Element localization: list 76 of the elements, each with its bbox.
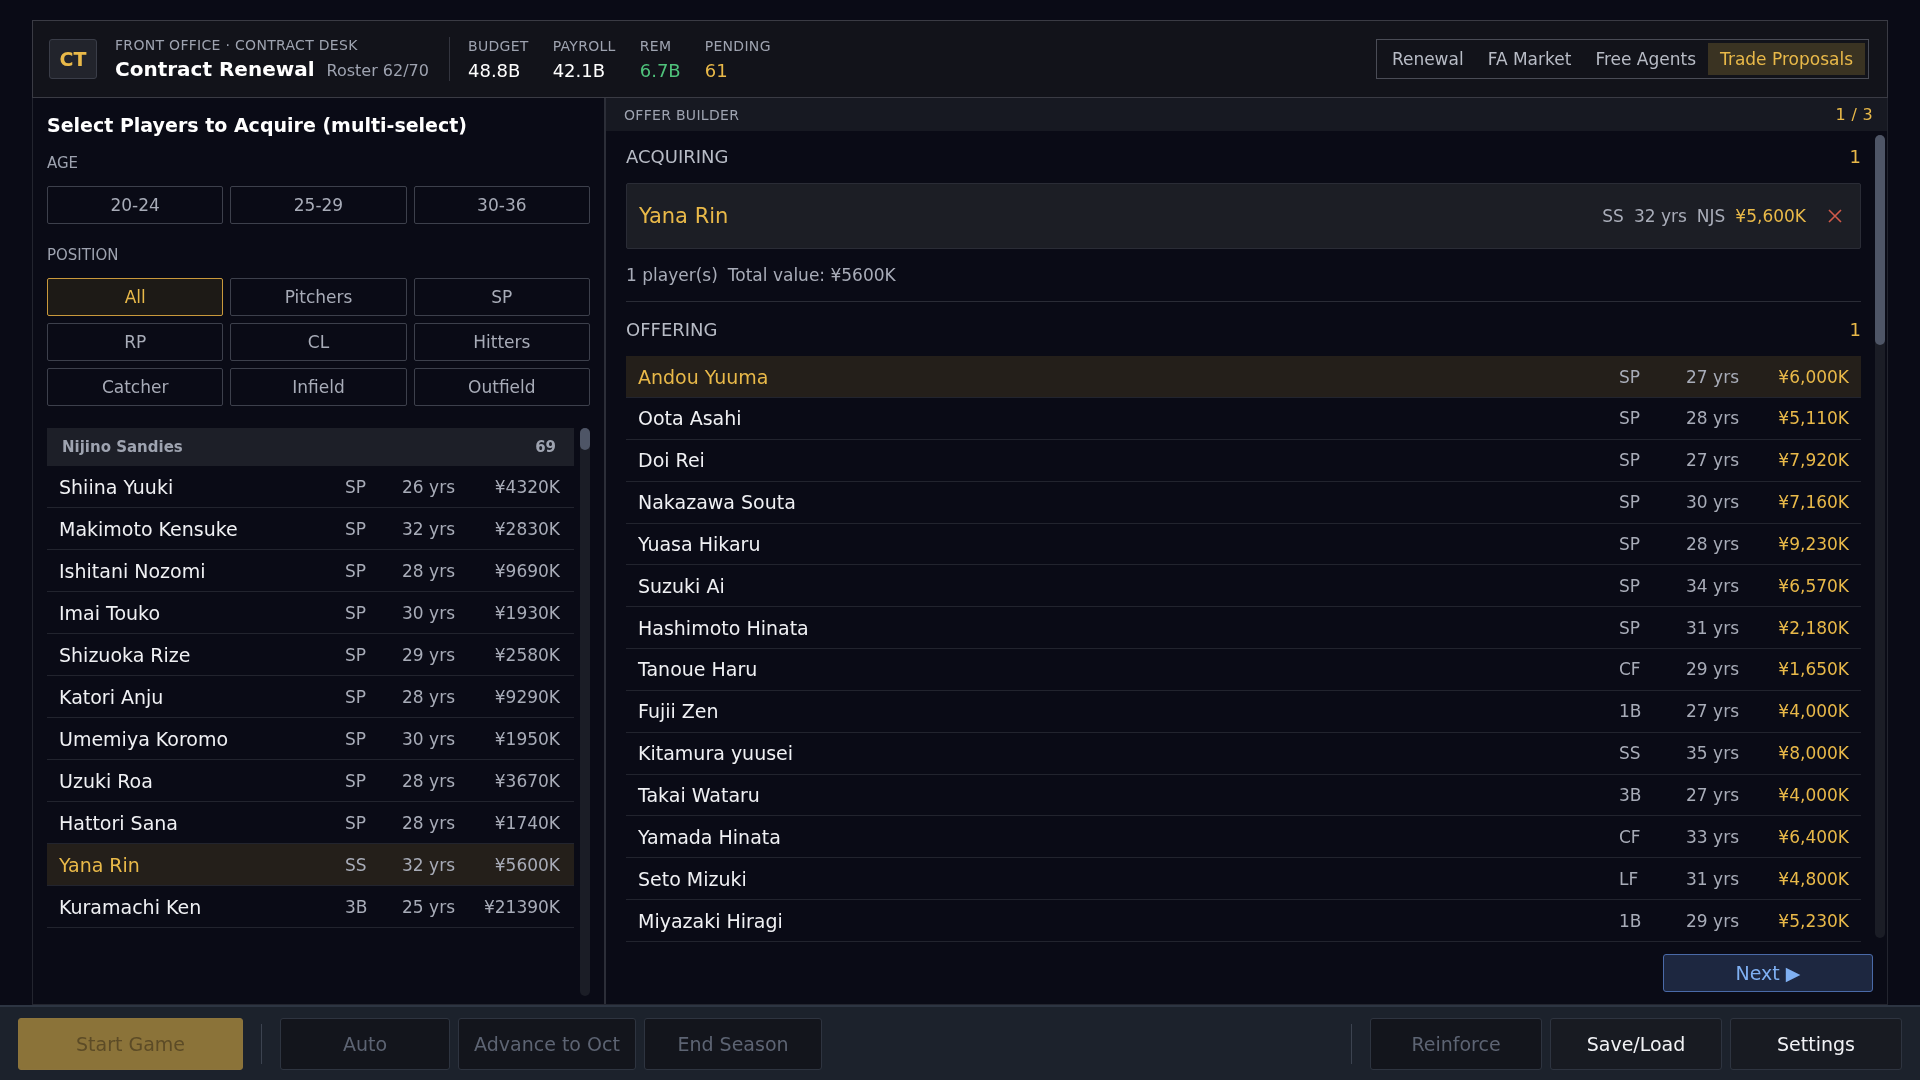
tab[interactable]: Trade Proposals (1708, 43, 1865, 75)
filter-label: POSITION (47, 246, 120, 264)
filter-button[interactable]: Infield (230, 368, 407, 406)
stat-label: PAYROLL (552, 37, 616, 54)
page-indicator: 1 / 3 (1835, 105, 1873, 124)
team-count: 69 (535, 438, 556, 456)
filter-button[interactable]: CL (230, 323, 407, 361)
stat-value: 61 (704, 59, 729, 81)
player-row[interactable]: Seto Mizuki LF 31 yrs ¥4,800K (626, 858, 1861, 901)
tab[interactable]: Renewal (1379, 43, 1476, 75)
player-row[interactable]: Shiina Yuuki SP 26 yrs ¥4320K (47, 466, 574, 508)
section-count: 1 (1849, 318, 1861, 340)
filter-button[interactable]: 25-29 (230, 186, 407, 224)
player-row[interactable]: Yamada Hinata CF 33 yrs ¥6,400K (626, 816, 1861, 859)
scrollbar[interactable] (1875, 135, 1885, 938)
app-badge: CT (49, 39, 97, 79)
player-row[interactable]: Katori Anju SP 28 yrs ¥9290K (47, 676, 574, 718)
player-row[interactable]: Takai Wataru 3B 27 yrs ¥4,000K (626, 774, 1861, 817)
panel-title: Select Players to Acquire (multi-select) (47, 114, 469, 136)
action-button[interactable]: Save/Load (1550, 1017, 1722, 1070)
page-title: Contract Renewal (115, 57, 315, 81)
stat-label: REM (639, 37, 673, 54)
player-position: SS (1602, 205, 1624, 226)
player-row[interactable]: Tanoue Haru CF 29 yrs ¥1,650K (626, 649, 1861, 691)
player-row[interactable]: Yana Rin SS 32 yrs ¥5600K (47, 844, 574, 886)
team-code: NJS (1696, 205, 1726, 226)
filter-button[interactable]: 30-36 (413, 186, 590, 224)
filter-label: AGE (47, 154, 80, 172)
next-button[interactable]: Next ▶ (1663, 954, 1873, 992)
scrollbar[interactable] (580, 428, 590, 996)
player-row[interactable]: Yuasa Hikaru SP 28 yrs ¥9,230K (626, 523, 1861, 566)
player-row[interactable]: Umemiya Koromo SP 30 yrs ¥1950K (47, 718, 574, 760)
filter-button[interactable]: RP (47, 323, 224, 361)
player-row[interactable]: Andou Yuuma SP 27 yrs ¥6,000K (626, 356, 1861, 398)
filter-button[interactable]: Outfield (413, 368, 590, 406)
player-row[interactable]: Doi Rei SP 27 yrs ¥7,920K (626, 439, 1861, 482)
player-row[interactable]: Imai Touko SP 30 yrs ¥1930K (47, 592, 574, 634)
stat-label: PENDING (704, 37, 771, 54)
stat-value: 6.7B (639, 59, 681, 81)
player-age: 32 yrs (1633, 205, 1687, 226)
filter-button[interactable]: SP (413, 278, 590, 316)
team-name: Nijino Sandies (62, 438, 183, 456)
stat-value: 48.8B (468, 59, 522, 81)
section-label: OFFERING (626, 318, 718, 340)
filter-button[interactable]: All (47, 278, 224, 316)
player-row[interactable]: Kitamura yuusei SS 35 yrs ¥8,000K (626, 732, 1861, 775)
player-row[interactable]: Miyazaki Hiragi 1B 29 yrs ¥5,230K (626, 900, 1861, 942)
filter-button[interactable]: Catcher (47, 368, 224, 406)
player-row[interactable]: Suzuki Ai SP 34 yrs ¥6,570K (626, 565, 1861, 608)
breadcrumb: FRONT OFFICE · CONTRACT DESK (115, 37, 359, 53)
player-count: 1 player(s) (626, 264, 718, 285)
player-row[interactable]: Hashimoto Hinata SP 31 yrs ¥2,180K (626, 607, 1861, 650)
filter-button[interactable]: 20-24 (47, 186, 224, 224)
player-row[interactable]: Fujii Zen 1B 27 yrs ¥4,000K (626, 690, 1861, 733)
player-row[interactable]: Uzuki Roa SP 28 yrs ¥3670K (47, 760, 574, 802)
roster-count: Roster 62/70 (326, 61, 429, 80)
player-name: Yana Rin (639, 203, 730, 228)
filter-button[interactable]: Pitchers (230, 278, 407, 316)
tab[interactable]: FA Market (1475, 43, 1584, 75)
player-row[interactable]: Shizuoka Rize SP 29 yrs ¥2580K (47, 634, 574, 676)
filter-button[interactable]: Hitters (413, 323, 590, 361)
section-count: 1 (1849, 146, 1861, 168)
total-value: Total value: ¥5600K (727, 264, 896, 285)
stat-value: 42.1B (552, 59, 607, 81)
player-row[interactable]: Kuramachi Ken 3B 25 yrs ¥21390K (47, 886, 574, 928)
player-row[interactable]: Ishitani Nozomi SP 28 yrs ¥9690K (47, 550, 574, 592)
player-value: ¥5,600K (1735, 205, 1806, 226)
stat-label: BUDGET (468, 37, 529, 54)
close-button[interactable] (1828, 208, 1842, 223)
section-title: OFFER BUILDER (624, 106, 740, 123)
player-row[interactable]: Nakazawa Souta SP 30 yrs ¥7,160K (626, 481, 1861, 524)
section-label: ACQUIRING (626, 146, 729, 168)
action-button[interactable]: Settings (1730, 1017, 1902, 1070)
player-row[interactable]: Makimoto Kensuke SP 32 yrs ¥2830K (47, 508, 574, 550)
player-row[interactable]: Oota Asahi SP 28 yrs ¥5,110K (626, 398, 1861, 440)
tab[interactable]: Free Agents (1583, 43, 1709, 75)
